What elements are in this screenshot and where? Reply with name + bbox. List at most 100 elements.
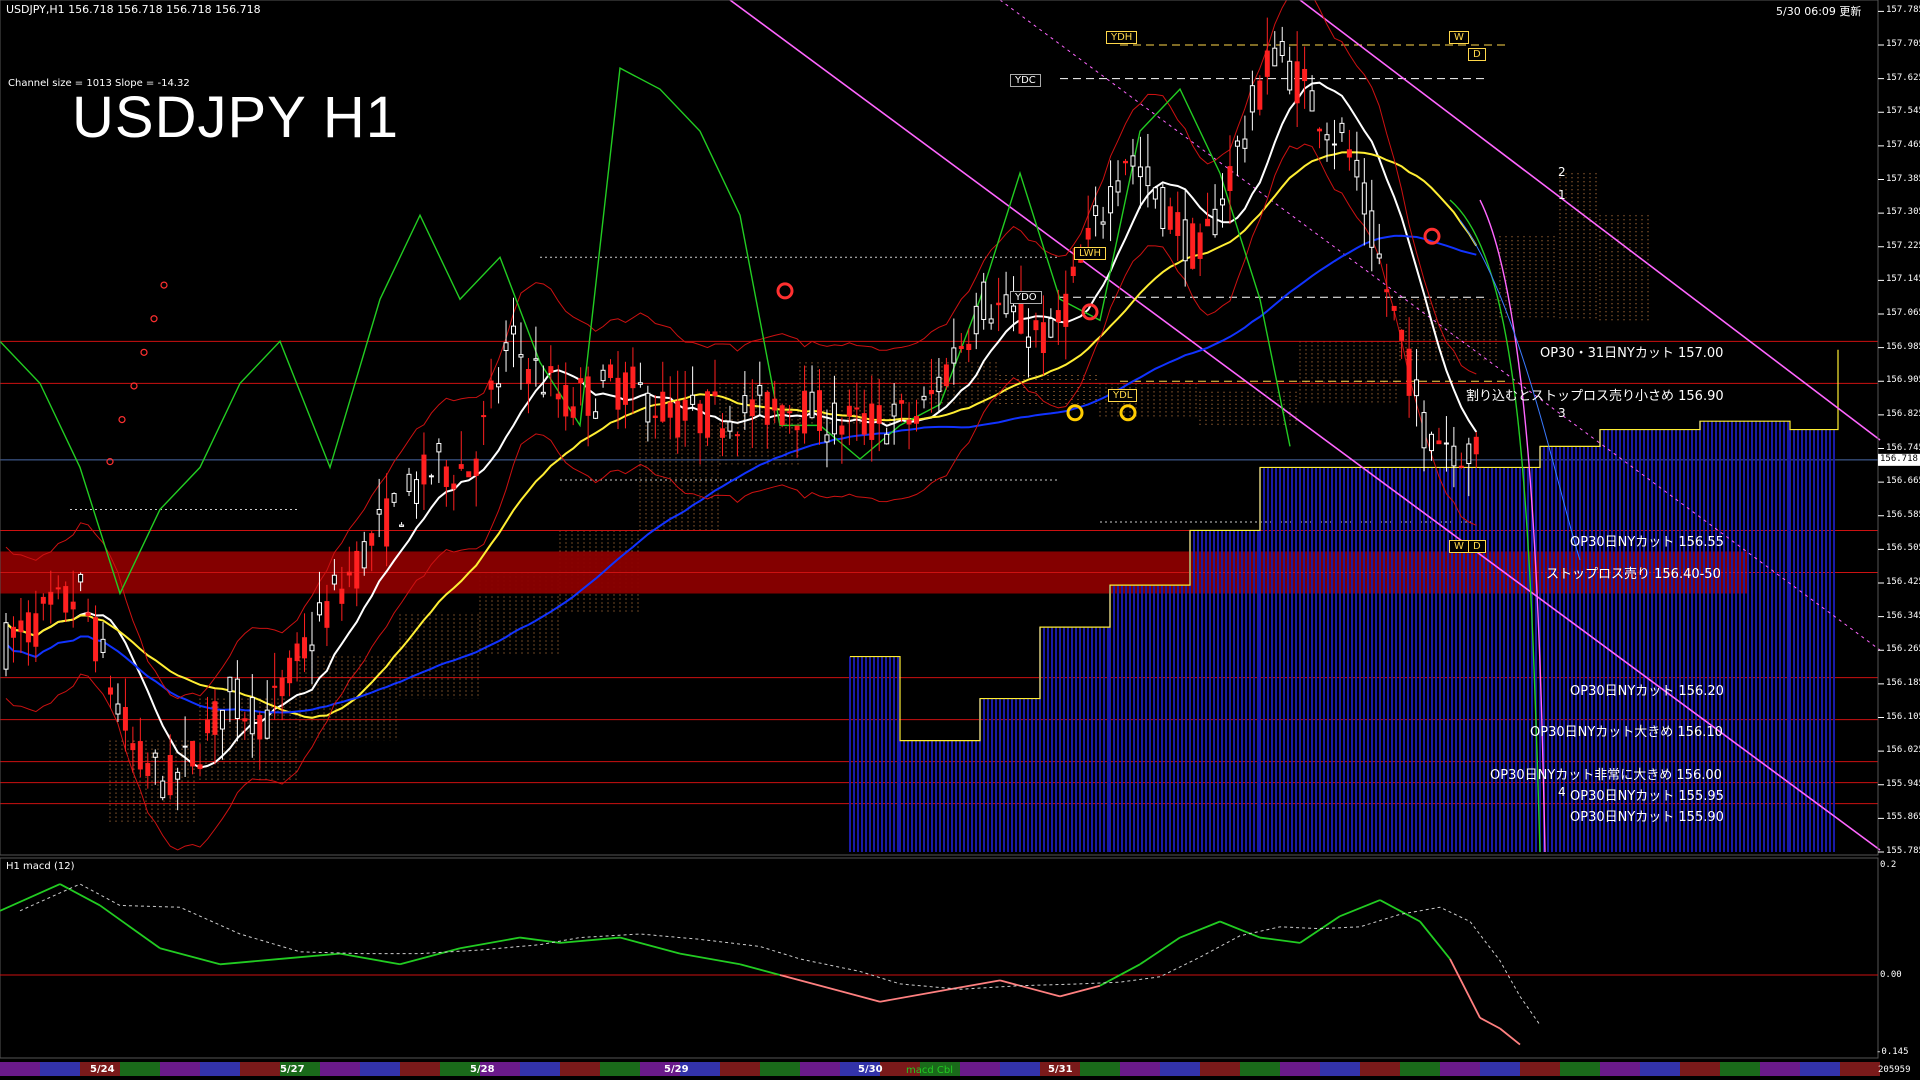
level-label-155-95: OP30日NYカット 155.95 [1570,789,1724,804]
session-strip-cell [1320,1062,1360,1076]
candle-body [93,617,99,662]
candle-body [212,701,218,735]
candle-body [511,325,517,335]
candle-body [824,434,830,443]
candle-body [294,643,300,662]
candle-body [1384,289,1390,293]
candle-body [190,740,196,767]
candle-body [1093,205,1099,217]
axis-label: 156.825 [1886,408,1920,419]
candle-body [869,403,875,440]
candle-body [197,764,203,770]
candle-body [1242,138,1248,149]
session-strip-cell [1440,1062,1480,1076]
candle-body [391,493,397,503]
candle-body [145,763,151,776]
session-strip-cell [1560,1062,1600,1076]
session-strip-cell [1840,1062,1880,1076]
candle-body [861,413,867,435]
macd-axis-zero: 0.00 [1880,970,1902,980]
candle-body [1354,159,1360,178]
candle-body [1428,433,1434,452]
date-5-27: 5/27 [280,1064,305,1075]
candle-body [346,571,352,576]
candle-body [399,524,405,527]
candle-body [1234,140,1240,147]
session-strip-cell [200,1062,240,1076]
candle-body [615,377,621,410]
d-tag-low: D [1468,540,1486,553]
level-label-156-90: 割り込むとストップロス売り小さめ 156.90 [1466,389,1724,404]
candle-body [1421,412,1427,449]
candle-body [660,391,666,422]
wave-label-3: 3 [1558,406,1566,420]
candle-body [496,383,502,388]
candle-body [10,626,16,638]
candle-body [1197,232,1203,259]
axis-label: 156.425 [1886,577,1920,587]
candle-body [384,498,390,547]
candle-body [563,385,569,417]
lwh-tag: LWH [1074,247,1107,260]
bottom-number: 205959 [1878,1065,1911,1075]
session-strip-cell [1760,1062,1800,1076]
candle-body [816,390,822,431]
axis-label: 157.465 [1886,139,1920,150]
candle-body [1167,206,1173,230]
axis-label: 155.945 [1886,778,1920,789]
candle-body [70,601,76,610]
session-strip-cell [0,1062,40,1076]
candle-body [309,644,315,652]
session-strip-cell [720,1062,760,1076]
candle-body [1458,465,1464,468]
candle-body [1376,253,1382,259]
candle-body [324,601,330,628]
axis-label: 156.985 [1886,341,1920,352]
session-strip-cell [600,1062,640,1076]
candle-body [25,612,31,643]
candle-body [421,454,427,485]
candle-body [1227,166,1233,192]
candle-body [637,382,643,385]
candle-body [331,574,337,585]
axis-label: 156.905 [1886,375,1920,386]
candle-body [1406,348,1412,396]
candle-body [1085,227,1091,240]
candle-body [1220,198,1226,206]
axis-label: 156.105 [1886,711,1920,722]
candle-body [764,391,770,425]
candle-body [1130,155,1136,167]
candle-body [1160,187,1166,230]
candle-body [1257,80,1263,110]
candle-body [914,416,920,424]
level-label-156-55: OP30日NYカット 156.55 [1570,535,1724,550]
candle-body [130,743,136,751]
candle-body [1122,160,1128,164]
session-strip-cell [520,1062,560,1076]
candle-body [667,402,673,418]
candle-body [481,415,487,418]
candle-body [719,428,725,438]
candle-body [1055,310,1061,323]
session-strip-cell [240,1062,280,1076]
candle-body [608,364,614,378]
candle-body [451,483,457,490]
candle-body [436,442,442,453]
session-strip-cell [1600,1062,1640,1076]
candle-body [518,354,524,358]
candle-body [1302,68,1308,82]
candle-body [369,533,375,546]
session-strip-cell [1520,1062,1560,1076]
candle-body [1309,90,1315,112]
session-strip-cell [160,1062,200,1076]
ydc-tag: YDC [1010,74,1041,87]
session-strip-cell [1200,1062,1240,1076]
candle-body [33,613,39,647]
candle-body [115,703,121,715]
candle-body [152,752,158,758]
level-label-156-00: OP30日NYカット非常に大きめ 156.00 [1490,768,1722,783]
axis-label: 157.225 [1886,240,1920,251]
candle-body [137,741,143,770]
session-strip-cell [1800,1062,1840,1076]
date-5-29: 5/29 [664,1064,689,1075]
